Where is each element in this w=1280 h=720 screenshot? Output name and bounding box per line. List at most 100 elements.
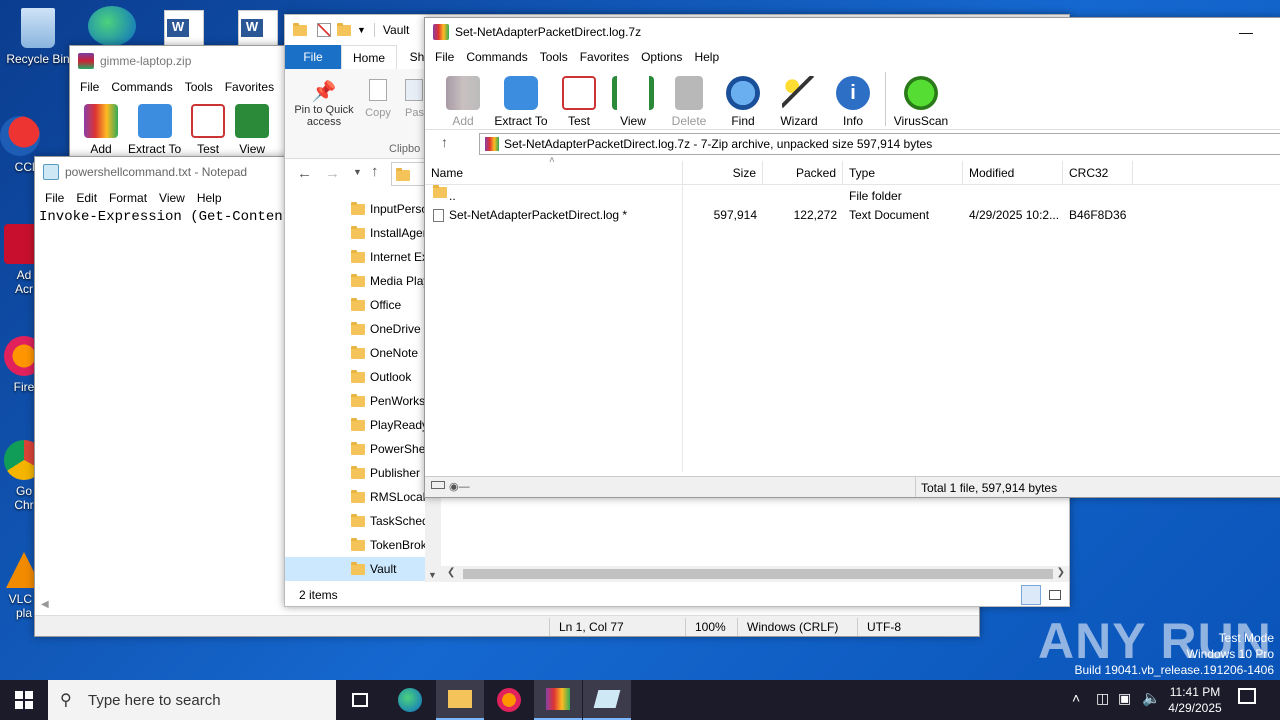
nav-folder-item[interactable]: InputPerso bbox=[285, 197, 425, 221]
recycle-bin-icon[interactable]: Recycle Bin bbox=[2, 8, 74, 66]
zip-test-button[interactable]: Test bbox=[191, 98, 226, 158]
find-button[interactable]: Find bbox=[723, 68, 763, 130]
column-crc32[interactable]: CRC32 bbox=[1063, 161, 1133, 185]
nav-folder-item[interactable]: Media Play bbox=[285, 269, 425, 293]
zip-menu-file[interactable]: File bbox=[74, 80, 105, 94]
taskbar-firefox[interactable] bbox=[485, 680, 533, 720]
copy-button[interactable]: Copy bbox=[363, 79, 393, 119]
menu-commands[interactable]: Commands bbox=[460, 50, 533, 64]
pin-quick-access-button[interactable]: 📌 Pin to Quick access bbox=[289, 79, 359, 128]
table-row[interactable]: Set-NetAdapterPacketDirect.log * 597,914… bbox=[425, 206, 1280, 225]
start-button[interactable] bbox=[0, 680, 48, 720]
nav-folder-item[interactable]: InstallAger bbox=[285, 221, 425, 245]
notepad-menu-edit[interactable]: Edit bbox=[70, 191, 103, 205]
scroll-left-icon[interactable]: ❮ bbox=[447, 567, 455, 578]
delete-button[interactable]: Delete bbox=[669, 68, 709, 130]
menu-options[interactable]: Options bbox=[635, 50, 688, 64]
column-modified[interactable]: Modified bbox=[963, 161, 1063, 185]
nav-folder-item[interactable]: OneNote bbox=[285, 341, 425, 365]
add-button[interactable]: Add bbox=[443, 68, 483, 130]
network-icon[interactable]: ▣ bbox=[1118, 690, 1131, 707]
word-doc-icon[interactable]: W bbox=[164, 10, 204, 46]
up-folder-icon[interactable]: ↑ bbox=[441, 134, 448, 150]
properties-icon[interactable] bbox=[317, 23, 331, 37]
zip-view-button[interactable]: View bbox=[235, 98, 270, 158]
minimize-icon[interactable]: — bbox=[1239, 24, 1253, 40]
sevenzip-window[interactable]: Set-NetAdapterPacketDirect.log.7z — File… bbox=[424, 17, 1280, 498]
menu-favorites[interactable]: Favorites bbox=[574, 50, 635, 64]
scroll-left-icon[interactable]: ◀ bbox=[41, 599, 49, 610]
search-placeholder: Type here to search bbox=[88, 692, 221, 709]
notifications-icon[interactable] bbox=[1238, 688, 1256, 704]
nav-folder-item[interactable]: TokenBrok bbox=[285, 533, 425, 557]
notepad-menu-view[interactable]: View bbox=[153, 191, 191, 205]
zip-titlebar[interactable]: gimme-laptop.zip bbox=[70, 46, 288, 76]
notepad-menu-help[interactable]: Help bbox=[191, 191, 228, 205]
nav-folder-item[interactable]: Publisher bbox=[285, 461, 425, 485]
notepad-text-area[interactable]: Invoke-Expression (Get-Content bbox=[39, 209, 291, 225]
test-button[interactable]: Test bbox=[561, 68, 597, 130]
content-hscroll[interactable]: ❮ ❯ bbox=[441, 566, 1069, 582]
view-button[interactable]: View bbox=[611, 68, 655, 130]
zip-window[interactable]: gimme-laptop.zip File Commands Tools Fav… bbox=[69, 45, 289, 165]
chevron-down-icon[interactable]: ▼ bbox=[357, 25, 366, 35]
column-size[interactable]: Size bbox=[683, 161, 763, 185]
folder-icon bbox=[351, 202, 365, 215]
clock[interactable]: 11:41 PM 4/29/2025 bbox=[1164, 684, 1226, 716]
menu-file[interactable]: File bbox=[429, 50, 460, 64]
nav-folder-item[interactable]: Outlook bbox=[285, 365, 425, 389]
up-icon[interactable]: ↑ bbox=[371, 163, 379, 180]
recent-locations-icon[interactable]: ▼ bbox=[353, 167, 362, 177]
notepad-menu-format[interactable]: Format bbox=[103, 191, 153, 205]
nav-folder-item[interactable]: TaskSched bbox=[285, 509, 425, 533]
sevenzip-titlebar[interactable]: Set-NetAdapterPacketDirect.log.7z — bbox=[425, 18, 1280, 46]
taskbar-notepad[interactable] bbox=[583, 680, 631, 720]
column-type[interactable]: Type bbox=[843, 161, 963, 185]
zip-extract-button[interactable]: Extract To bbox=[128, 98, 181, 158]
tab-file[interactable]: File bbox=[285, 45, 341, 69]
forward-icon[interactable]: → bbox=[325, 165, 340, 182]
nav-folder-item[interactable]: PenWorks bbox=[285, 389, 425, 413]
taskbar-file-explorer[interactable] bbox=[436, 680, 484, 720]
notepad-hscroll[interactable]: ◀ bbox=[35, 599, 285, 613]
menu-help[interactable]: Help bbox=[688, 50, 725, 64]
network-status-icon[interactable]: ◫ bbox=[1096, 690, 1109, 707]
scroll-down-icon[interactable]: ▼ bbox=[428, 570, 437, 580]
nav-folder-item[interactable]: PlayReady bbox=[285, 413, 425, 437]
table-row[interactable]: .. File folder bbox=[425, 185, 1280, 206]
taskbar-edge[interactable] bbox=[386, 680, 434, 720]
zip-menu-favorites[interactable]: Favorites bbox=[219, 80, 280, 94]
zip-menu-tools[interactable]: Tools bbox=[179, 80, 219, 94]
notepad-menu-file[interactable]: File bbox=[39, 191, 70, 205]
column-packed[interactable]: Packed bbox=[763, 161, 843, 185]
paste-button[interactable]: Pas bbox=[405, 79, 425, 119]
path-field[interactable]: Set-NetAdapterPacketDirect.log.7z - 7-Zi… bbox=[479, 133, 1280, 155]
zip-add-button[interactable]: Add bbox=[84, 98, 118, 158]
virusscan-button[interactable]: VirusScan bbox=[893, 68, 949, 130]
nav-folder-item[interactable]: Office bbox=[285, 293, 425, 317]
nav-folder-item[interactable]: Internet Ex bbox=[285, 245, 425, 269]
word-doc-icon[interactable]: W bbox=[238, 10, 278, 46]
zip-menu-commands[interactable]: Commands bbox=[105, 80, 178, 94]
nav-folder-item[interactable]: Vault bbox=[285, 557, 425, 581]
chevron-up-icon[interactable]: ˄ bbox=[1072, 690, 1080, 706]
menu-tools[interactable]: Tools bbox=[534, 50, 574, 64]
details-view-icon[interactable] bbox=[1021, 585, 1041, 605]
edge-shortcut-icon[interactable] bbox=[88, 6, 136, 46]
scroll-right-icon[interactable]: ❯ bbox=[1057, 567, 1065, 578]
large-icons-view-icon[interactable] bbox=[1045, 585, 1065, 605]
info-button[interactable]: i Info bbox=[835, 68, 871, 130]
tab-home[interactable]: Home bbox=[341, 45, 397, 69]
volume-icon[interactable]: 🔈 bbox=[1142, 689, 1161, 707]
new-folder-icon[interactable] bbox=[337, 22, 351, 36]
search-box[interactable]: ⚲ Type here to search bbox=[48, 680, 336, 720]
nav-folder-item[interactable]: RMSLocalS bbox=[285, 485, 425, 509]
nav-folder-item[interactable]: PowerShel bbox=[285, 437, 425, 461]
wizard-button[interactable]: Wizard bbox=[777, 68, 821, 130]
taskbar-winrar[interactable] bbox=[534, 680, 582, 720]
extract-to-button[interactable]: Extract To bbox=[493, 68, 549, 130]
back-icon[interactable]: ← bbox=[297, 165, 312, 182]
nav-folder-item[interactable]: OneDrive bbox=[285, 317, 425, 341]
task-view-button[interactable] bbox=[336, 680, 384, 720]
scroll-thumb[interactable] bbox=[463, 569, 1053, 579]
